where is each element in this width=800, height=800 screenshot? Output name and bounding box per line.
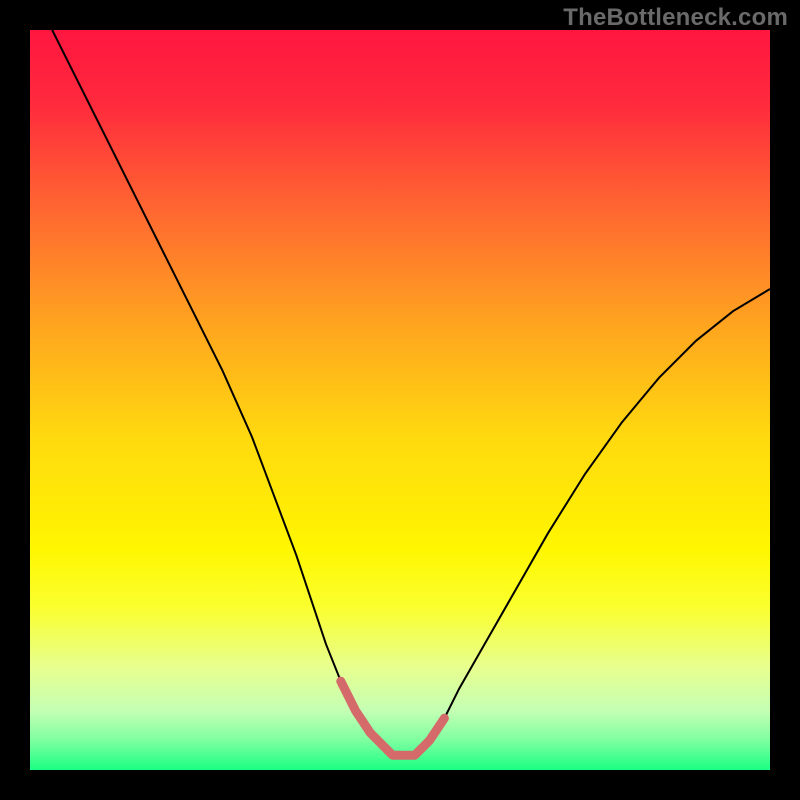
- chart-frame: TheBottleneck.com: [0, 0, 800, 800]
- chart-plot-area: [30, 30, 770, 770]
- chart-svg: [30, 30, 770, 770]
- chart-background: [30, 30, 770, 770]
- watermark-text: TheBottleneck.com: [563, 4, 788, 32]
